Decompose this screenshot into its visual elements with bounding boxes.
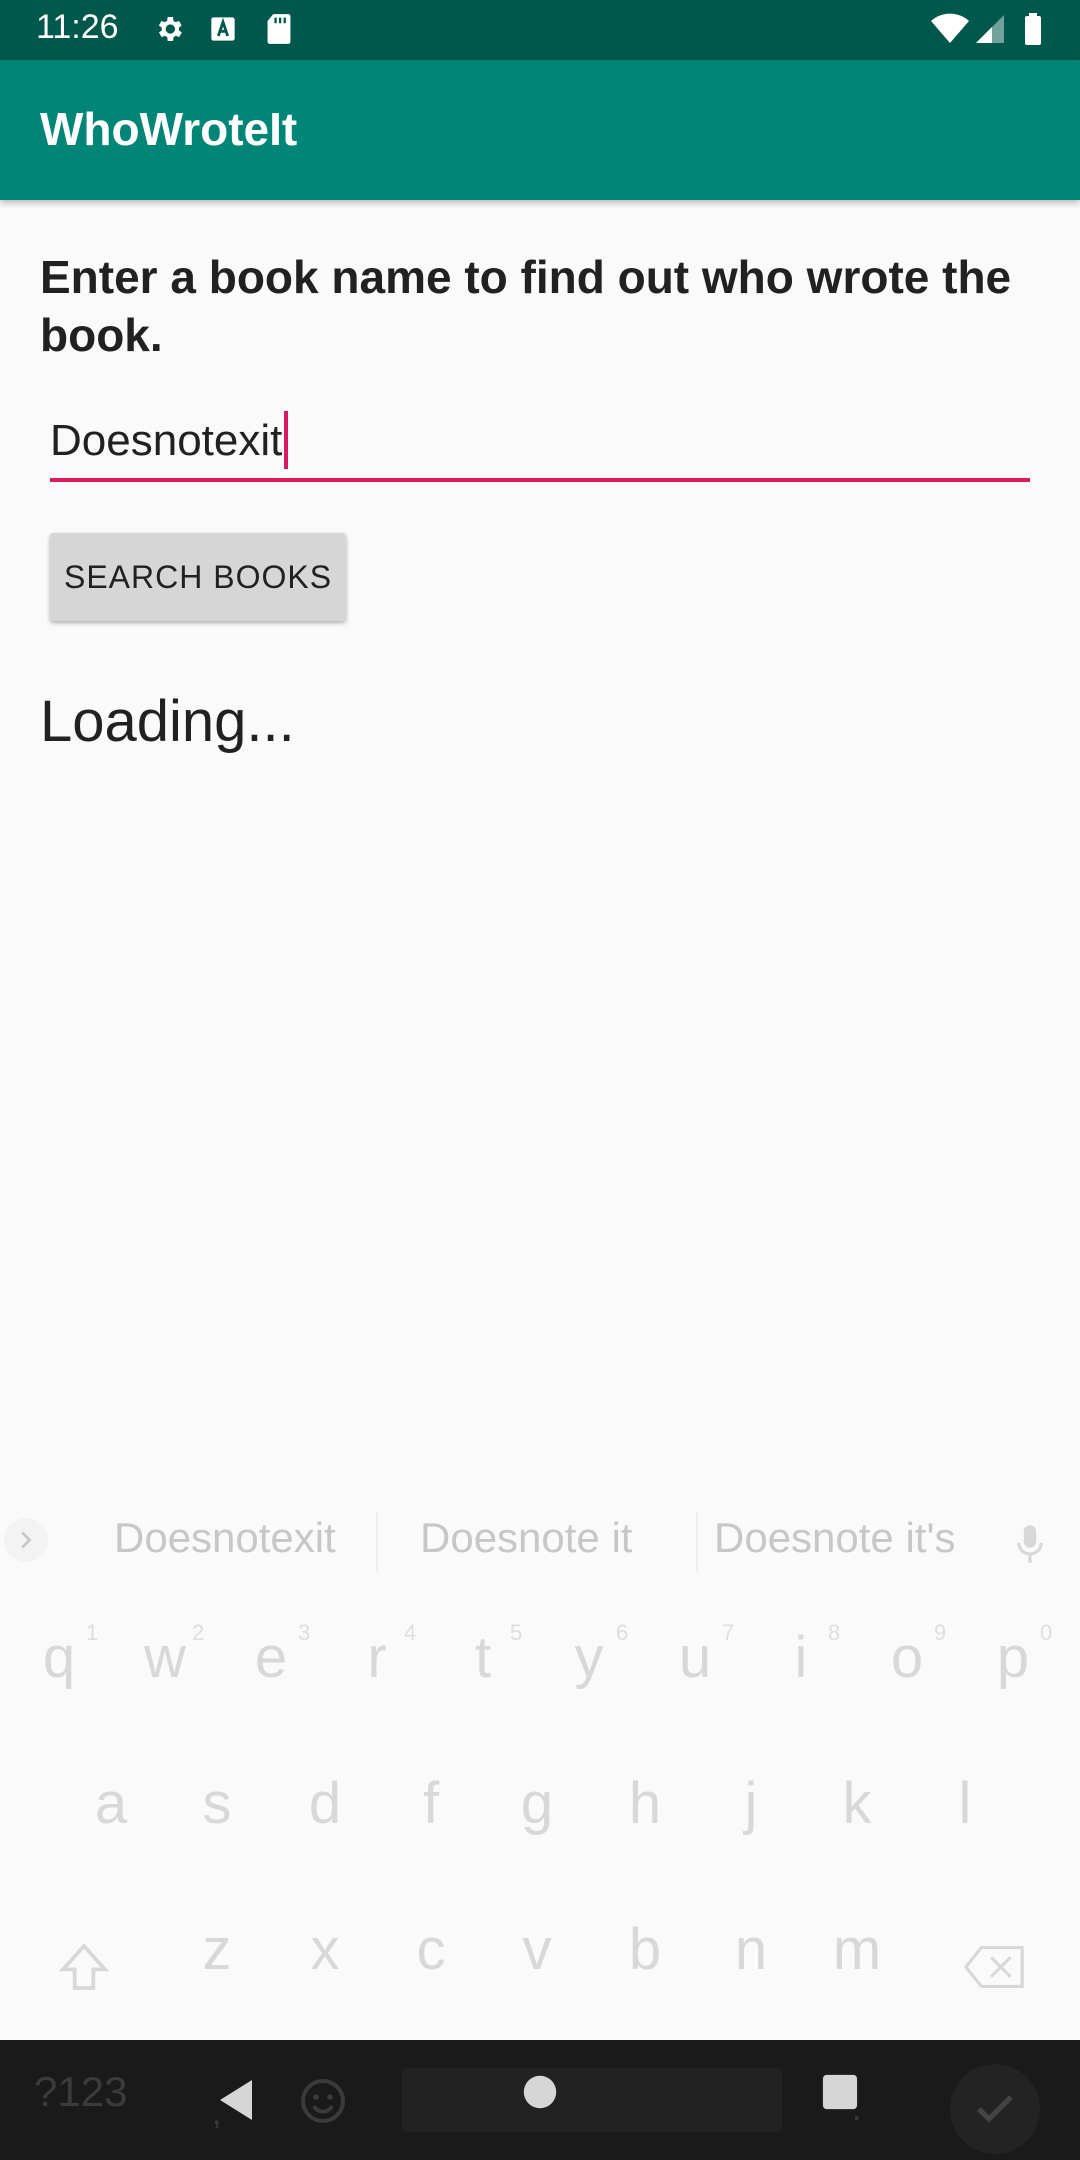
key-h[interactable]: h (600, 1770, 690, 1837)
key-number-hint: 4 (404, 1620, 417, 1645)
microphone-icon[interactable] (1010, 1520, 1050, 1568)
key-d[interactable]: d (280, 1770, 370, 1837)
app-bar: WhoWroteIt (0, 60, 1080, 200)
key-j[interactable]: j (706, 1770, 796, 1837)
key-number-hint: 5 (510, 1620, 523, 1645)
suggestion-3[interactable]: Doesnote it's (714, 1514, 955, 1562)
a-badge-icon (208, 12, 238, 46)
expand-suggestions-icon[interactable] (4, 1518, 48, 1562)
key-number-hint: 2 (192, 1620, 205, 1645)
suggestion-strip: Doesnotexit Doesnote it Doesnote it's (0, 1484, 1080, 1604)
suggestion-divider (696, 1512, 698, 1572)
key-b[interactable]: b (600, 1916, 690, 1983)
key-s[interactable]: s (172, 1770, 262, 1837)
wifi-icon (930, 12, 970, 46)
instructions-text: Enter a book name to find out who wrote … (40, 251, 1012, 361)
recents-icon[interactable] (820, 2072, 860, 2112)
status-text: Loading... (40, 689, 295, 754)
key-number-hint: 7 (722, 1620, 735, 1645)
shift-icon[interactable] (44, 1932, 124, 2002)
status-time: 11:26 (36, 8, 119, 46)
spacebar[interactable] (402, 2068, 782, 2132)
done-check-icon[interactable] (950, 2064, 1040, 2154)
key-g[interactable]: g (492, 1770, 582, 1837)
key-v[interactable]: v (492, 1916, 582, 1983)
key-m[interactable]: m (812, 1916, 902, 1983)
key-c[interactable]: c (386, 1916, 476, 1983)
navigation-bar: ?123 , . (0, 2040, 1080, 2160)
key-k[interactable]: k (812, 1770, 902, 1837)
text-cursor (284, 411, 289, 470)
book-input-value[interactable]: Doesnotexit (50, 416, 282, 465)
key-a[interactable]: a (66, 1770, 156, 1837)
key-number-hint: 8 (828, 1620, 841, 1645)
battery-icon (1022, 12, 1044, 46)
key-z[interactable]: z (172, 1916, 262, 1983)
key-f[interactable]: f (386, 1770, 476, 1837)
key-x[interactable]: x (280, 1916, 370, 1983)
key-l[interactable]: l (920, 1770, 1010, 1837)
input-underline (50, 478, 1030, 482)
back-icon[interactable] (214, 2078, 258, 2122)
book-search-input[interactable]: Doesnotexit (50, 410, 1030, 482)
key-number-hint: 6 (616, 1620, 629, 1645)
app-title: WhoWroteIt (40, 103, 298, 155)
key-n[interactable]: n (706, 1916, 796, 1983)
status-bar: 11:26 (0, 0, 1080, 60)
backspace-icon[interactable] (950, 1932, 1040, 2002)
key-number-hint: 0 (1040, 1620, 1053, 1645)
key-number-hint: 1 (86, 1620, 99, 1645)
key-number-hint: 3 (298, 1620, 311, 1645)
home-icon[interactable] (520, 2072, 560, 2112)
key-number-hint: 9 (934, 1620, 947, 1645)
symbols-key[interactable]: ?123 (34, 2068, 127, 2116)
search-books-button[interactable]: SEARCH BOOKS (50, 533, 346, 621)
emoji-icon[interactable] (298, 2076, 348, 2126)
sd-card-icon (264, 12, 294, 46)
suggestion-divider (376, 1512, 378, 1572)
soft-keyboard[interactable]: Doesnotexit Doesnote it Doesnote it's q … (0, 1484, 1080, 2040)
gear-icon (152, 12, 186, 46)
suggestion-2[interactable]: Doesnote it (420, 1514, 632, 1562)
signal-icon (974, 12, 1006, 46)
suggestion-1[interactable]: Doesnotexit (114, 1514, 336, 1562)
